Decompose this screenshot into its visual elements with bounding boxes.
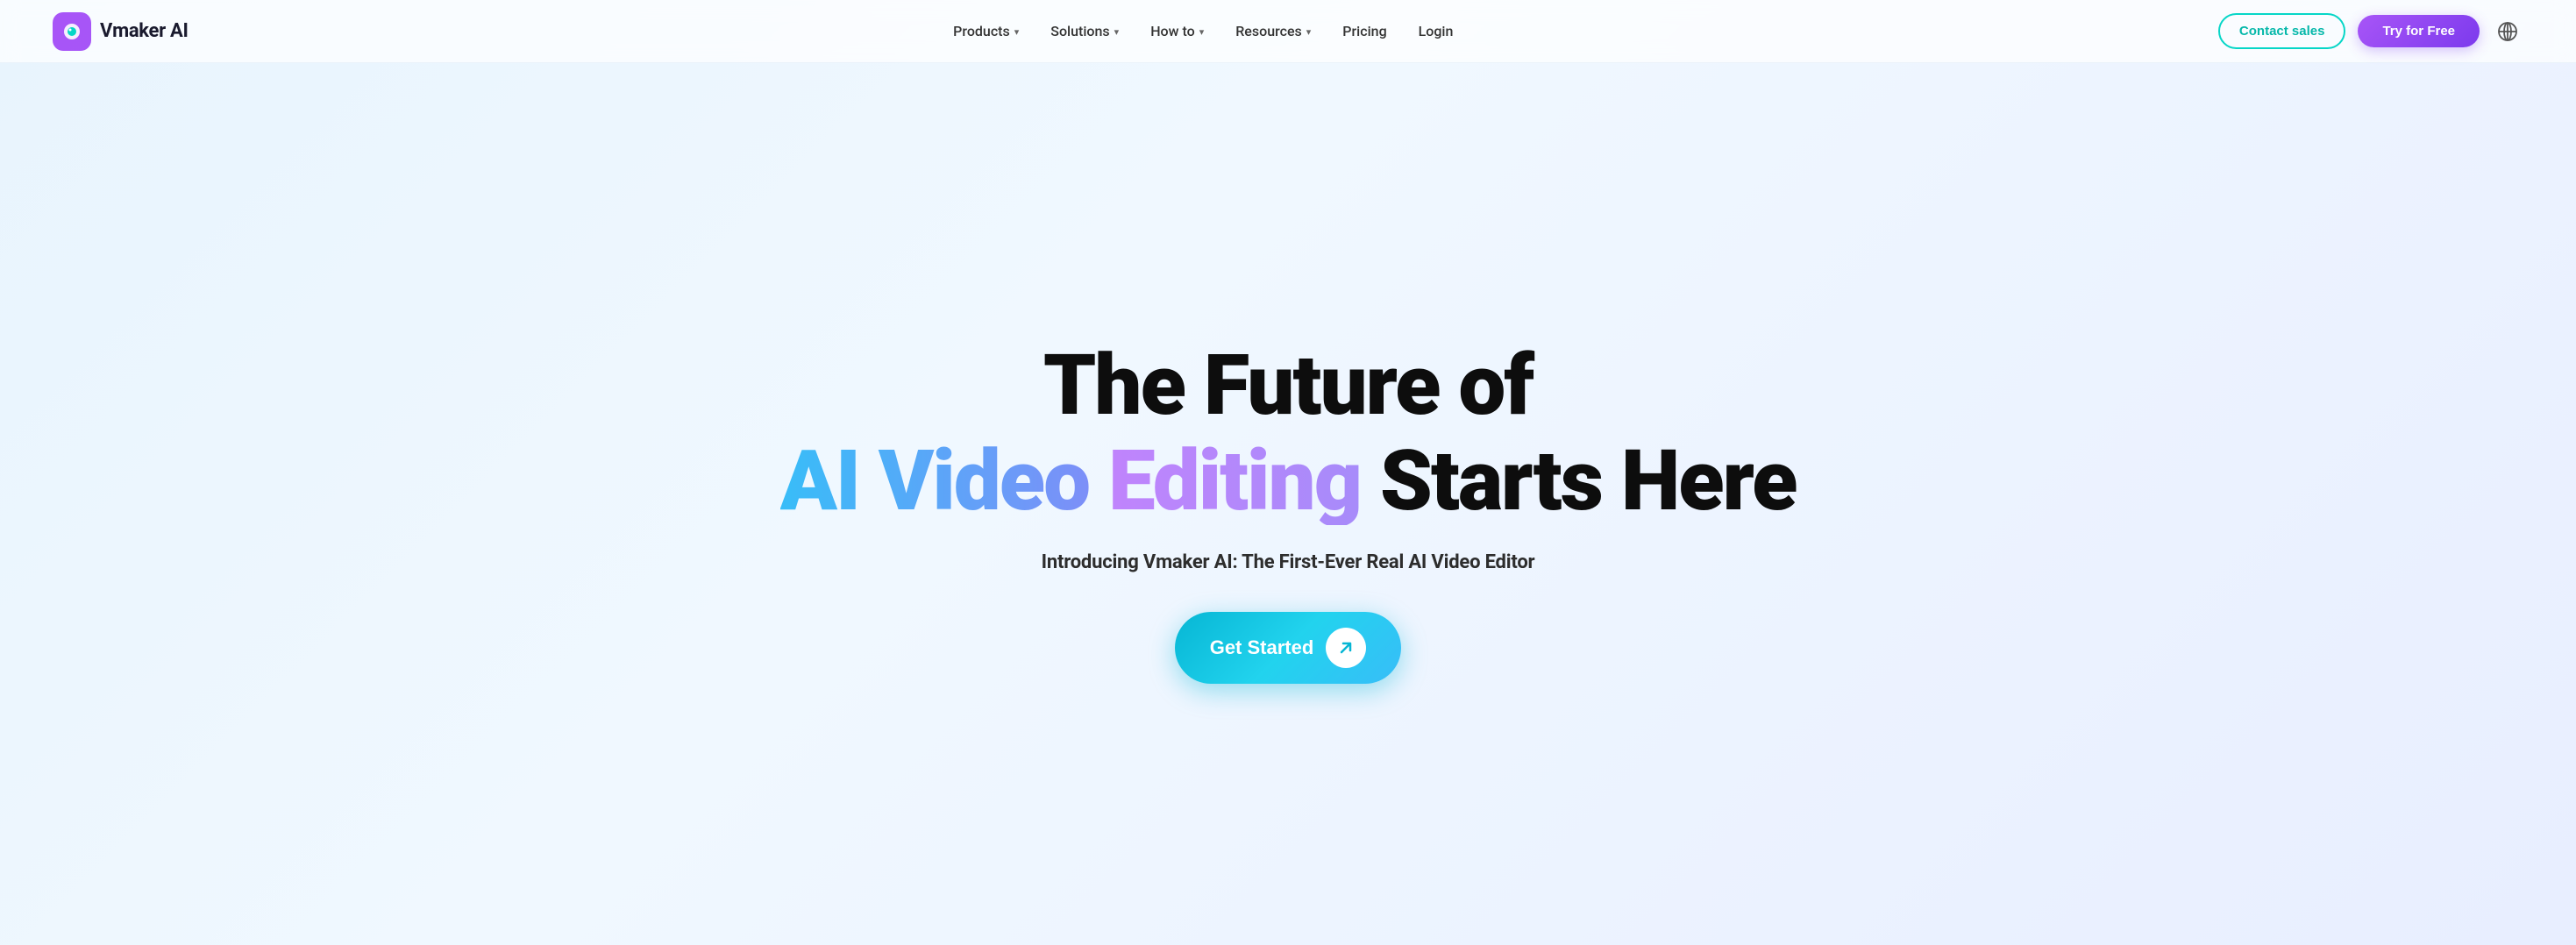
nav-item-resources[interactable]: Resources ▾ [1235,23,1311,39]
hero-title-starts-here: Starts Here [1361,437,1796,526]
nav-label-resources: Resources [1235,23,1302,39]
logo-icon [53,12,91,51]
hero-subtitle: Introducing Vmaker AI: The First-Ever Re… [1042,551,1535,573]
chevron-down-icon: ▾ [1014,26,1020,38]
nav-label-login: Login [1419,23,1454,39]
chevron-down-icon: ▾ [1199,26,1205,38]
nav-label-solutions: Solutions [1050,23,1109,39]
nav-item-pricing[interactable]: Pricing [1342,23,1386,39]
logo-text: Vmaker AI [100,20,189,42]
nav-label-products: Products [953,23,1010,39]
navbar: Vmaker AI Products ▾ Solutions ▾ How to … [0,0,2576,63]
hero-section: The Future of AI Video Editing Starts He… [0,63,2576,945]
language-selector-button[interactable] [2492,16,2523,47]
chevron-down-icon: ▾ [1114,26,1120,38]
get-started-button[interactable]: Get Started [1175,612,1402,684]
contact-sales-button[interactable]: Contact sales [2218,13,2346,49]
navbar-actions: Contact sales Try for Free [2218,13,2523,49]
hero-title-line1: The Future of [1043,342,1533,430]
hero-title-line2: AI Video Editing Starts Here [780,437,1797,526]
navbar-nav: Products ▾ Solutions ▾ How to ▾ Resource… [953,23,1453,39]
try-for-free-button[interactable]: Try for Free [2358,15,2480,47]
chevron-down-icon: ▾ [1306,26,1312,38]
hero-title-editing: Editing [1108,437,1361,526]
nav-item-login[interactable]: Login [1419,23,1454,39]
nav-label-pricing: Pricing [1342,23,1386,39]
nav-item-products[interactable]: Products ▾ [953,23,1019,39]
globe-icon [2497,21,2518,42]
hero-title-ai-video: AI Video [780,437,1108,526]
nav-label-howto: How to [1150,23,1195,39]
nav-item-solutions[interactable]: Solutions ▾ [1050,23,1119,39]
arrow-icon [1326,628,1366,668]
get-started-label: Get Started [1210,636,1314,659]
nav-item-howto[interactable]: How to ▾ [1150,23,1204,39]
logo[interactable]: Vmaker AI [53,12,189,51]
